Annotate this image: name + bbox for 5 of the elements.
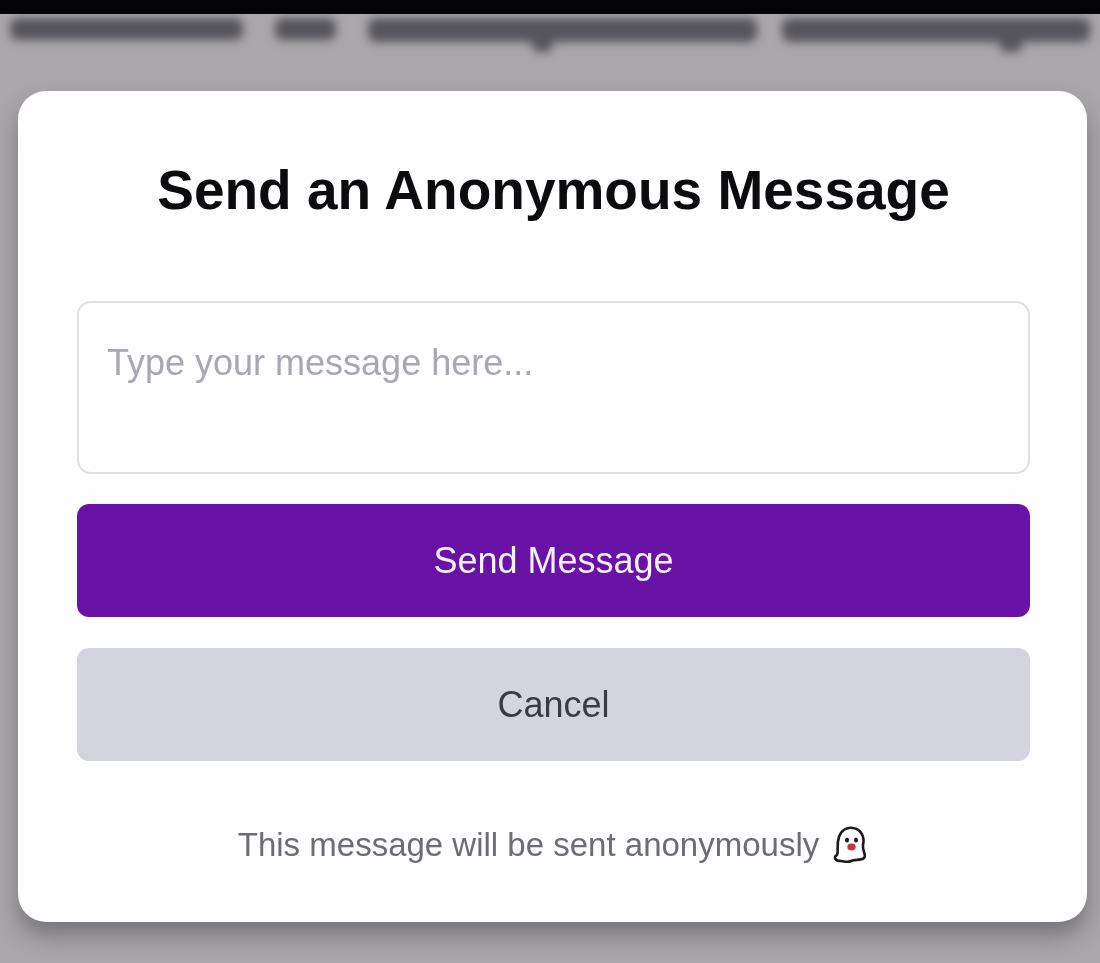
message-field[interactable]: Type your message here...: [77, 301, 1030, 474]
send-button[interactable]: Send Message: [77, 504, 1030, 617]
dialog-title: Send an Anonymous Message: [157, 158, 950, 222]
footer-note: This message will be sent anonymously: [237, 825, 820, 865]
cancel-button[interactable]: Cancel: [77, 648, 1030, 761]
